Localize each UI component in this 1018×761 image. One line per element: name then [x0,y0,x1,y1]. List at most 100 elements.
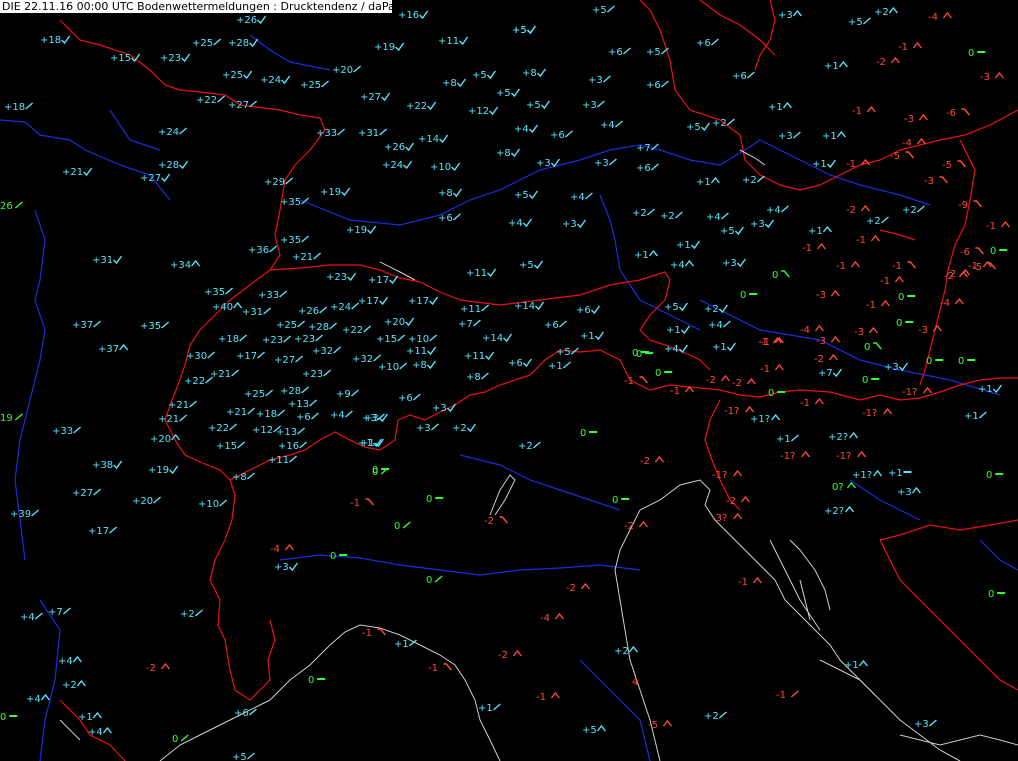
station-value: +5 [514,190,529,201]
station-value: +2 [452,423,467,434]
tendency-rising-steady-icon [367,225,377,235]
station-value: +26 [236,15,257,26]
tendency-rising-steady-icon [347,272,357,282]
station-value: +1 [580,331,595,342]
station-value: -2 [498,650,508,661]
tendency-rising-then-falling-icon [92,711,102,719]
station-value: +3 [432,403,447,414]
station-value: -3 [924,176,934,187]
station-value: +8 [232,472,247,483]
station-value: +8 [442,78,457,89]
tendency-rising-then-falling-icon [816,242,826,250]
tendency-rising-icon [315,334,324,342]
station-value: +2 [62,680,77,691]
station-value: +5 [592,5,607,16]
station-value: +21 [168,400,189,411]
station-value: +6 [550,130,565,141]
station-value: +28 [158,160,179,171]
tendency-rising-icon [337,128,346,136]
station-value: +20 [332,65,353,76]
station-value: -6 [960,247,970,258]
tendency-rising-steady-icon [522,218,532,228]
tendency-rising-icon [219,499,228,507]
station-value: +27 [140,173,161,184]
tendency-rising-then-falling-icon [554,612,564,620]
station-value: +31 [242,307,263,318]
tendency-rising-then-falling-icon [284,543,294,551]
tendency-rising-steady-icon [718,304,728,314]
tendency-rising-icon [319,306,328,314]
tendency-rising-icon [780,205,789,213]
tendency-rising-icon [295,355,304,363]
station-value: -3 [816,336,826,347]
tendency-rising-then-falling-icon [912,41,922,49]
station-value: +4 [26,694,41,705]
station-value: +12 [252,425,273,436]
station-value: -2 [726,496,736,507]
tendency-rising-steady-icon [826,159,836,169]
tendency-rising-icon [31,509,40,517]
station-value: +5 [512,25,527,36]
station-value: +15 [376,334,397,345]
station-value: +33 [258,290,279,301]
tendency-rising-steady-icon [528,190,538,200]
tendency-rising-then-falling-icon [954,297,964,305]
station-value: +4 [330,410,345,421]
tendency-rising-steady-icon [288,562,298,572]
station-value: 0 [898,292,904,303]
station-value: 0 [958,356,964,367]
tendency-rising-then-falling-icon [752,576,762,584]
station-value: +4 [514,124,529,135]
tendency-rising-then-falling-icon [119,343,129,351]
tendency-rising-then-falling-icon [858,659,868,667]
station-value: +4 [508,218,523,229]
tendency-rising-steady-icon [113,460,123,470]
tendency-rising-icon [558,320,567,328]
tendency-rising-then-falling-icon [1000,220,1010,228]
tendency-rising-then-falling-icon [890,56,900,64]
tendency-rising-steady-icon [832,368,842,378]
tendency-rising-icon [650,163,659,171]
tendency-rising-icon [34,612,43,620]
station-value: -1 [624,376,634,387]
station-value: +3 [778,131,793,142]
station-value: -3? [712,513,727,524]
tendency-rising-icon [217,95,226,103]
station-value: +15 [216,441,237,452]
station-value: 0 [426,575,432,586]
tendency-rising-steady-icon [243,70,253,80]
station-value: -2 [846,205,856,216]
tendency-rising-icon [299,441,308,449]
tendency-rising-steady-icon [528,124,538,134]
station-value: 0 [772,270,778,281]
station-value: +1 [634,250,649,261]
tendency-rising-steady-icon [503,333,513,343]
station-value: +5 [686,122,701,133]
tendency-rising-then-falling-icon [782,101,792,109]
station-value: +35 [280,197,301,208]
station-value: -1? [836,451,851,462]
tendency-rising-then-falling-icon [868,326,878,334]
station-value: +33 [52,426,73,437]
tendency-rising-steady-icon [426,360,436,370]
station-value: +17 [358,296,379,307]
tendency-rising-steady-icon [395,42,405,52]
tendency-rising-then-falling-icon [911,486,921,494]
station-value: +11 [464,351,485,362]
tendency-rising-icon [646,208,655,216]
station-value: +10 [430,162,451,173]
station-value: +4 [664,344,679,355]
tendency-rising-icon [344,410,353,418]
station-value: +19 [346,225,367,236]
tendency-rising-icon [309,399,318,407]
tendency-rising-steady-icon [533,260,543,270]
station-value: 0 [768,388,774,399]
station-value: +17 [88,526,109,537]
station-value: +23 [294,334,315,345]
station-value: +6 [296,412,311,423]
tendency-rising-steady-icon [992,384,1002,394]
station-value: +5 [472,70,487,81]
tendency-falling-then-rising-icon [939,176,948,184]
tendency-rising-steady-icon [590,305,600,315]
tendency-rising-icon [916,205,925,213]
